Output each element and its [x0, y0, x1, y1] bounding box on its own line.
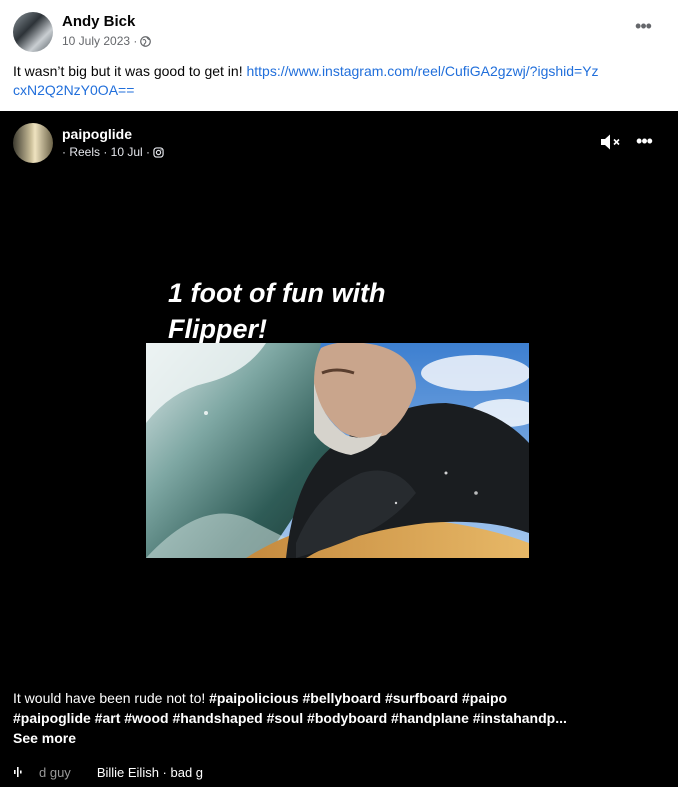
audio-track-bar[interactable]: d guy Billie Eilish · bad g	[13, 762, 203, 782]
overlay-line-1: 1 foot of fun with	[168, 278, 386, 308]
audio-previous-text: d guy	[39, 764, 71, 780]
reel-more-button[interactable]: •••	[634, 132, 654, 153]
reel-meta-text: · Reels · 10 Jul ·	[62, 145, 151, 159]
audio-waveform-icon	[14, 767, 22, 777]
speaker-muted-icon[interactable]	[600, 133, 622, 151]
author-avatar[interactable]	[13, 12, 53, 52]
see-more-link[interactable]: See more	[13, 730, 76, 746]
overlay-line-2: Flipper!	[168, 314, 267, 344]
reel-caption: It would have been rude not to! #paipoli…	[13, 688, 573, 748]
instagram-icon	[153, 146, 164, 158]
reel-embed[interactable]: paipoglide · Reels · 10 Jul · ••• 1 foot…	[0, 111, 678, 787]
reel-meta: · Reels · 10 Jul ·	[62, 145, 164, 159]
video-frame[interactable]	[146, 343, 529, 558]
video-overlay-text: 1 foot of fun with Flipper!	[168, 275, 385, 347]
post-date[interactable]: 10 July 2023 ·	[62, 34, 137, 48]
post-header: Andy Bick 10 July 2023 · ••• It wasn’t b…	[0, 0, 678, 110]
post-more-button[interactable]: •••	[633, 17, 653, 38]
reel-author-avatar[interactable]	[13, 123, 53, 163]
audio-track-name[interactable]: Billie Eilish · bad g	[97, 765, 203, 780]
post-text: It wasn’t big but it was good to get in!…	[13, 62, 603, 100]
globe-icon	[140, 35, 152, 47]
reel-author-name[interactable]: paipoglide	[62, 126, 132, 142]
post-author-name[interactable]: Andy Bick	[62, 13, 135, 30]
post-meta: 10 July 2023 ·	[62, 34, 152, 48]
post-message: It wasn’t big but it was good to get in!	[13, 63, 247, 79]
caption-text: It would have been rude not to!	[13, 690, 210, 706]
